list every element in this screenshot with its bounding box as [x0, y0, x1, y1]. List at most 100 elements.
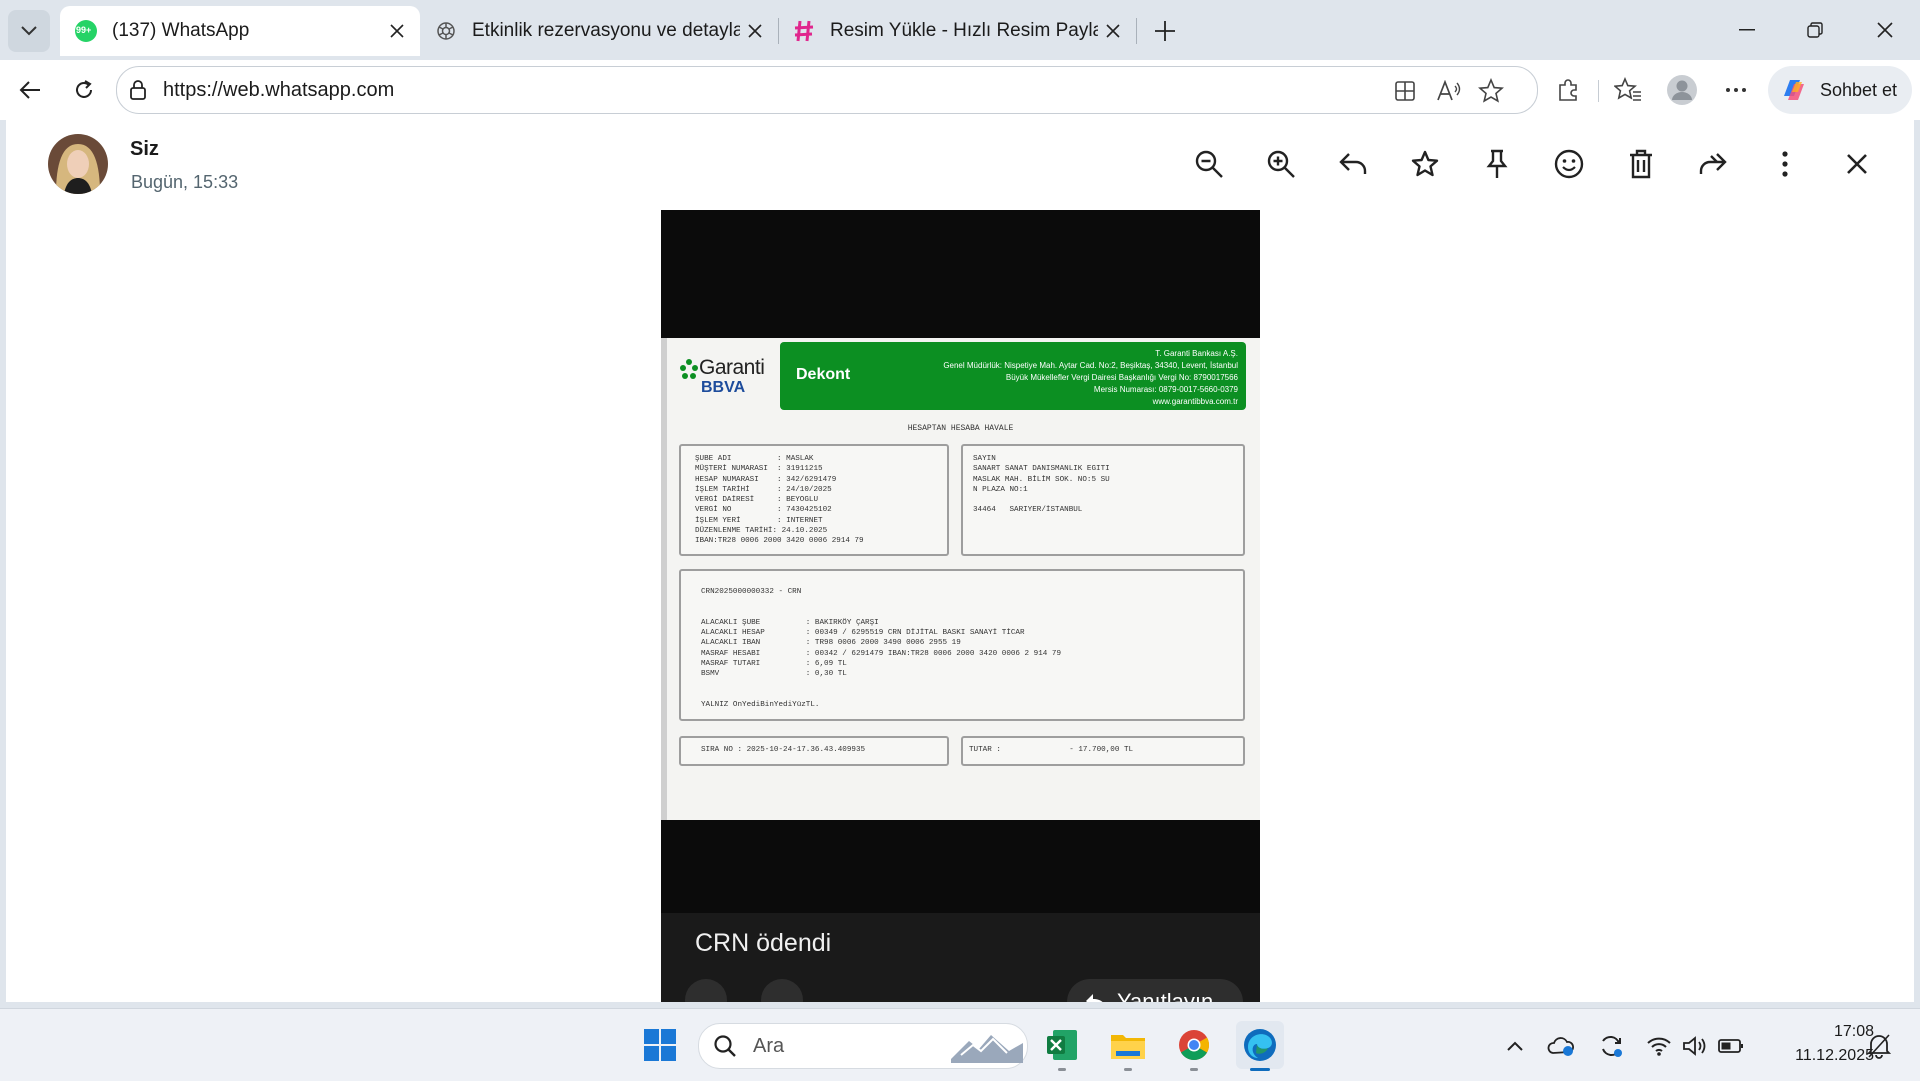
close-icon[interactable] [1098, 16, 1128, 46]
tray-sync[interactable] [1596, 1031, 1626, 1061]
forward-icon [1697, 151, 1729, 177]
sira-no: SIRA NO : 2025-10-24-17.36.43.409935 [701, 746, 866, 754]
close-viewer-button[interactable] [1837, 144, 1877, 184]
tab-title: Etkinlik rezervasyonu ve detaylar [472, 20, 740, 41]
close-icon[interactable] [740, 16, 770, 46]
star-button[interactable] [1405, 144, 1445, 184]
caption-bar: CRN ödendi Yanıtlayın [661, 913, 1260, 1002]
profile-icon [1666, 74, 1698, 106]
sender-name: Siz [130, 138, 159, 160]
zoom-out-icon [1194, 149, 1224, 179]
back-button[interactable] [10, 70, 50, 110]
menu-button[interactable] [1765, 144, 1805, 184]
tutar: TUTAR : - 17.700,00 TL [969, 746, 1134, 754]
windows-start-icon [643, 1028, 677, 1062]
battery-icon [1718, 1038, 1744, 1054]
tab-list-button[interactable] [8, 10, 50, 52]
taskbar-chrome[interactable] [1170, 1021, 1218, 1071]
profile-button[interactable] [1662, 70, 1702, 110]
tab-resim-yukle[interactable]: Resim Yükle - Hızlı Resim Paylaş - R [778, 6, 1136, 56]
extensions-icon [1555, 77, 1581, 103]
zoom-in-button[interactable] [1261, 144, 1301, 184]
close-window-button[interactable] [1852, 8, 1918, 52]
banner-label: Dekont [796, 366, 851, 383]
taskbar-file-explorer[interactable] [1104, 1021, 1152, 1071]
transfer-details: CRN2025000000332 - CRN ALACAKLI ŞUBE : B… [701, 588, 1062, 710]
openai-icon [434, 19, 458, 43]
forward-button[interactable] [1693, 144, 1733, 184]
tab-badge: 99+ [76, 25, 92, 35]
tab-whatsapp[interactable]: 99+ (137) WhatsApp [60, 6, 420, 56]
new-tab-button[interactable] [1148, 14, 1182, 48]
emoji-button[interactable] [685, 979, 727, 1002]
clock-date[interactable]: 11.12.2025 [1762, 1047, 1874, 1065]
toolbar-separator [1598, 80, 1599, 102]
tab-etkinlik[interactable]: Etkinlik rezervasyonu ve detaylar [420, 6, 778, 56]
address-bar[interactable]: https://web.whatsapp.com [116, 66, 1538, 114]
tab-title: Resim Yükle - Hızlı Resim Paylaş - R [830, 20, 1098, 41]
running-indicator [1190, 1068, 1198, 1071]
zoom-in-icon [1266, 149, 1296, 179]
lock-icon[interactable] [129, 79, 147, 101]
media-caption: CRN ödendi [695, 929, 832, 957]
garanti-logo: Garanti BBVA [679, 356, 771, 408]
tray-volume[interactable] [1680, 1031, 1710, 1061]
notification-center[interactable] [1864, 1031, 1894, 1061]
tray-onedrive[interactable] [1546, 1031, 1576, 1061]
running-indicator [1124, 1068, 1132, 1071]
restore-button[interactable] [1782, 8, 1848, 52]
document-title: HESAPTAN HESABA HAVALE [907, 424, 1014, 433]
zoom-out-button[interactable] [1189, 144, 1229, 184]
address-box: SAYIN SANART SANAT DANISMANLIK EGITI MAS… [961, 444, 1245, 556]
sync-icon [1598, 1033, 1624, 1059]
star-icon [1411, 150, 1439, 178]
taskbar-excel[interactable] [1038, 1021, 1086, 1071]
reply-label: Yanıtlayın [1117, 989, 1214, 1002]
customer-details: ŞUBE ADI : MASLAK MÜŞTERİ NUMARASI : 319… [695, 455, 864, 546]
favorite-star-icon[interactable] [1475, 75, 1507, 107]
taskbar-edge[interactable] [1236, 1021, 1284, 1071]
onedrive-icon [1547, 1035, 1575, 1057]
refresh-button[interactable] [64, 70, 104, 110]
search-highlight-icon [951, 1035, 1023, 1063]
imgbb-icon [792, 19, 816, 43]
minimize-button[interactable] [1714, 8, 1780, 52]
split-screen-icon[interactable] [1389, 75, 1421, 107]
extensions-button[interactable] [1548, 70, 1588, 110]
pin-button[interactable] [1477, 144, 1517, 184]
taskbar: Ara 17:08 11.12.2025 [0, 1008, 1920, 1081]
more-button[interactable] [1716, 70, 1756, 110]
volume-icon [1682, 1035, 1708, 1057]
media-viewer: Siz Bugün, 15:33 Garanti BBVA Dekont T. … [6, 120, 1914, 1002]
reply-button[interactable] [1333, 144, 1373, 184]
page-edge [661, 338, 667, 820]
show-hidden-icons[interactable] [1500, 1031, 1530, 1061]
react-button[interactable] [1549, 144, 1589, 184]
close-icon[interactable] [382, 16, 412, 46]
address-details: SAYIN SANART SANAT DANISMANLIK EGITI MAS… [973, 455, 1110, 515]
tray-wifi[interactable] [1644, 1031, 1674, 1061]
taskbar-search[interactable]: Ara [698, 1023, 1028, 1069]
running-indicator [1250, 1068, 1270, 1071]
tray-battery[interactable] [1716, 1031, 1746, 1061]
running-indicator [1058, 1068, 1066, 1071]
favorites-button[interactable] [1608, 70, 1648, 110]
excel-icon [1045, 1028, 1079, 1062]
read-aloud-icon[interactable] [1433, 75, 1465, 107]
avatar[interactable] [48, 134, 108, 194]
url-text[interactable]: https://web.whatsapp.com [163, 79, 394, 102]
media-image[interactable]: Garanti BBVA Dekont T. Garanti Bankası A… [661, 210, 1260, 1002]
refresh-icon [73, 79, 95, 101]
browser-toolbar: https://web.whatsapp.com Sohbet et [0, 60, 1920, 120]
edge-icon [1242, 1027, 1278, 1063]
file-explorer-icon [1110, 1029, 1146, 1061]
more-icon [1725, 87, 1747, 93]
start-button[interactable] [636, 1021, 684, 1069]
wifi-icon [1646, 1035, 1672, 1057]
sticker-button[interactable] [761, 979, 803, 1002]
copilot-button[interactable]: Sohbet et [1768, 66, 1912, 114]
delete-button[interactable] [1621, 144, 1661, 184]
chevron-up-icon [1506, 1041, 1524, 1051]
reply-caption-button[interactable]: Yanıtlayın [1067, 979, 1243, 1002]
viewer-header: Siz Bugün, 15:33 [6, 120, 1914, 210]
